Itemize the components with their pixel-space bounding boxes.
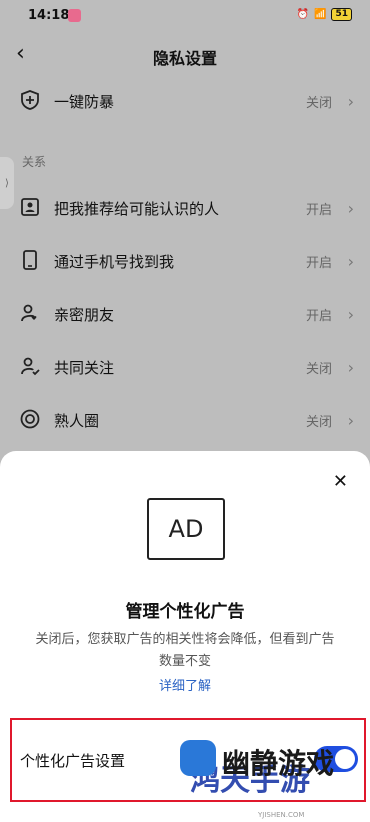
row-find-by-phone[interactable]: 通过手机号找到我 开启 › — [0, 235, 370, 287]
chevron-right-icon: › — [347, 198, 354, 218]
chevron-right-icon: › — [347, 357, 354, 377]
row-status: 关闭 — [305, 414, 332, 430]
contact-card-icon — [21, 198, 39, 216]
shield-plus-icon — [21, 90, 39, 110]
watermark-text: 幽静游戏 — [222, 747, 335, 780]
nav-header: ‹ 隐私设置 — [0, 32, 370, 78]
row-close-friends[interactable]: 亲密朋友 开启 › — [0, 288, 370, 340]
row-label: 熟人圈 — [54, 411, 100, 430]
phone-icon — [23, 250, 37, 270]
chevron-right-icon: › — [347, 304, 354, 324]
user-heart-icon — [21, 304, 37, 322]
row-status: 开启 — [305, 255, 332, 271]
status-bar: 14:18 ⏰ 📶 51 — [0, 0, 370, 32]
chevron-right-icon: › — [347, 410, 354, 430]
notification-app-icon — [68, 9, 81, 22]
section-title-relations: 关系 — [22, 155, 47, 169]
page-title: 隐私设置 — [152, 49, 217, 68]
chevron-right-icon: › — [347, 251, 354, 271]
row-acquaintance-circle[interactable]: 熟人圈 关闭 › — [0, 394, 370, 446]
setting-label: 个性化广告设置 — [20, 752, 126, 770]
row-label: 共同关注 — [54, 358, 115, 377]
row-status: 关闭 — [305, 95, 332, 111]
alarm-icon: ⏰ — [296, 9, 310, 20]
row-status: 开启 — [305, 202, 332, 218]
battery-icon: 51 — [331, 8, 352, 21]
wifi-icon: 📶 — [314, 9, 327, 20]
target-circle-icon — [20, 409, 40, 429]
chevron-right-icon: › — [347, 91, 354, 111]
status-indicators: ⏰ 📶 51 — [297, 8, 352, 21]
row-status: 关闭 — [305, 361, 332, 377]
row-label: 一键防暴 — [54, 92, 115, 111]
row-anti-harassment[interactable]: 一键防暴 关闭 › — [0, 75, 370, 127]
row-label: 亲密朋友 — [54, 305, 115, 324]
close-button[interactable]: ✕ — [333, 471, 348, 492]
ad-badge-icon: AD — [147, 498, 225, 560]
status-time: 14:18 — [28, 8, 70, 23]
sheet-title: 管理个性化广告 — [125, 602, 245, 622]
user-check-icon — [21, 357, 40, 376]
row-status: 开启 — [305, 308, 332, 324]
learn-more-link[interactable]: 详细了解 — [0, 675, 370, 694]
watermark-logo-icon — [180, 740, 216, 776]
row-mutual-follow[interactable]: 共同关注 关闭 › — [0, 341, 370, 393]
sheet-description: 关闭后，您获取广告的相关性将会降低，但看到广告数量不变 — [35, 632, 335, 669]
row-label: 通过手机号找到我 — [54, 252, 175, 271]
watermark-subtext: YJISHEN.COM — [258, 811, 305, 819]
row-label: 把我推荐给可能认识的人 — [54, 199, 220, 218]
row-recommend-me[interactable]: 把我推荐给可能认识的人 开启 › — [0, 182, 370, 234]
toggle-knob — [335, 749, 355, 769]
